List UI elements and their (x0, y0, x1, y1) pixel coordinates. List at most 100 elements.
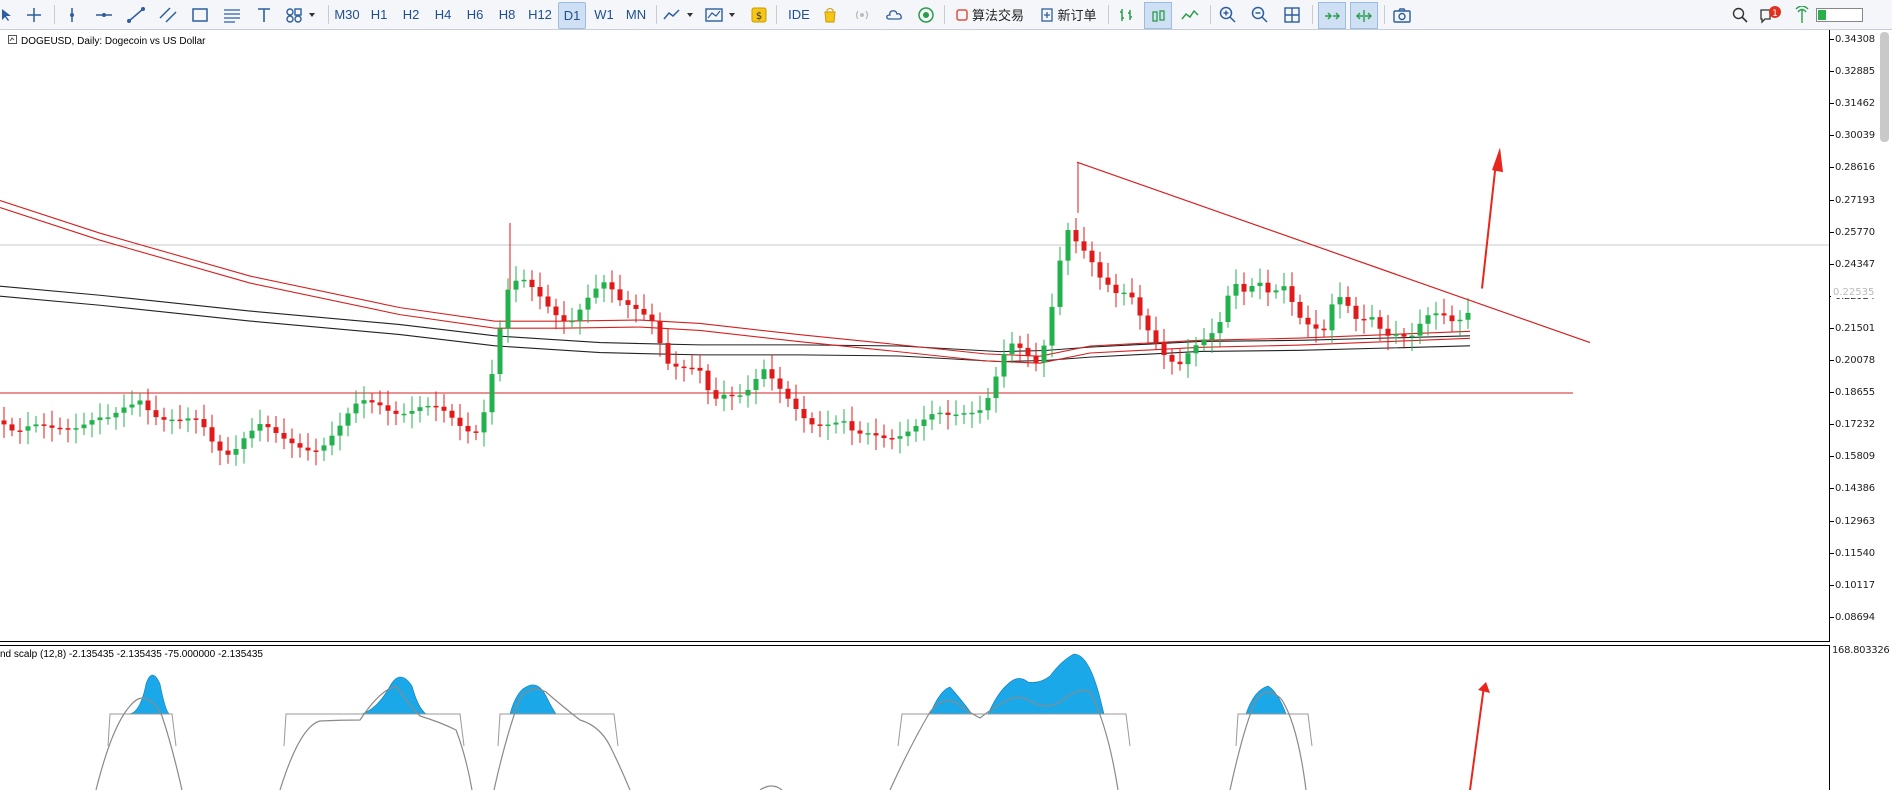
candle-body (649, 314, 655, 322)
zoom-out-icon[interactable] (1248, 2, 1272, 27)
candle-body (449, 410, 455, 418)
candle-body (1321, 328, 1327, 331)
price-tick-label: 0.32885 (1835, 66, 1875, 78)
candle-body (897, 436, 903, 439)
candle-body (273, 427, 279, 433)
candle-body (193, 418, 199, 420)
indicator-arrow-shaft (1469, 685, 1485, 790)
price-chart-canvas[interactable] (0, 30, 1829, 641)
vertical-scrollbar[interactable] (1880, 32, 1889, 142)
candle-body (1241, 283, 1247, 292)
rectangle-icon[interactable] (188, 2, 212, 27)
connection-meter (1814, 2, 1866, 27)
shapes-dropdown-icon[interactable] (284, 2, 320, 27)
text-icon[interactable] (252, 2, 276, 27)
price-tick-label: 0.31462 (1835, 98, 1875, 110)
candle-body (481, 412, 487, 433)
screenshot-icon[interactable] (1390, 2, 1414, 27)
notifications-icon[interactable]: 1 (1758, 2, 1784, 27)
indicator-title: nd scalp (12,8) -2.135435 -2.135435 -75.… (0, 649, 263, 660)
signal-box (1235, 713, 1313, 747)
cursor-icon[interactable] (0, 2, 14, 27)
candle-body (281, 432, 287, 439)
bar-chart-icon[interactable] (1114, 2, 1138, 27)
candle-body (1137, 297, 1143, 316)
candle-body (153, 410, 159, 418)
price-tickmark (1830, 231, 1834, 233)
tile-windows-icon[interactable] (1280, 2, 1304, 27)
candle-body (977, 410, 983, 413)
templates-icon[interactable] (704, 2, 740, 27)
timeframe-h6[interactable]: H6 (462, 2, 488, 27)
histogram-area (127, 674, 171, 715)
vertical-line-icon[interactable] (60, 2, 84, 27)
cloud-icon[interactable] (882, 2, 906, 27)
indicator-canvas[interactable] (0, 646, 1829, 790)
candle-body (489, 374, 495, 413)
new-order-button[interactable]: 新订单 (1036, 2, 1102, 27)
line-chart-icon[interactable] (1178, 2, 1202, 27)
candle-body (1257, 282, 1263, 286)
candle-body (129, 404, 135, 408)
candle-body (1081, 241, 1087, 251)
price-tick-label: 0.30039 (1835, 130, 1875, 142)
timeframe-m30[interactable]: M30 (332, 2, 362, 27)
timeframe-h2[interactable]: H2 (398, 2, 424, 27)
candle-body (137, 400, 143, 405)
chart-shift-icon[interactable] (1350, 2, 1378, 29)
timeframe-h8[interactable]: H8 (494, 2, 520, 27)
candle-body (1433, 313, 1439, 316)
candle-body (89, 420, 95, 425)
timeframe-w1[interactable]: W1 (590, 2, 618, 27)
candle-body (401, 413, 407, 416)
price-tick-label: 0.12963 (1835, 515, 1875, 527)
signal-strength-icon[interactable] (1792, 2, 1812, 27)
candle-body (921, 419, 927, 426)
price-tickmark (1830, 456, 1834, 458)
crosshair-icon[interactable] (22, 2, 46, 27)
timeframe-h4[interactable]: H4 (430, 2, 456, 27)
candle-body (889, 438, 895, 440)
timeframe-d1[interactable]: D1 (558, 2, 586, 29)
price-tickmark (1830, 584, 1834, 586)
candle-body (1289, 286, 1295, 302)
candle-body (761, 369, 767, 379)
dollar-icon[interactable]: $ (748, 2, 770, 27)
indicator-pane[interactable]: nd scalp (12,8) -2.135435 -2.135435 -75.… (0, 645, 1830, 790)
candle-body (1441, 313, 1447, 316)
trendline-icon[interactable] (124, 2, 148, 27)
fibonacci-icon[interactable] (220, 2, 244, 27)
horizontal-line-icon[interactable] (92, 2, 116, 27)
signals-icon[interactable] (850, 2, 874, 27)
chart-type-icon[interactable] (662, 2, 698, 27)
search-icon[interactable] (1728, 2, 1752, 27)
zoom-in-icon[interactable] (1216, 2, 1240, 27)
timeframe-h1[interactable]: H1 (366, 2, 392, 27)
candle-body (321, 445, 327, 451)
timeframe-mn[interactable]: MN (622, 2, 650, 27)
candlestick-icon[interactable] (1144, 2, 1172, 29)
timeframe-h12[interactable]: H12 (525, 2, 555, 27)
candle-body (857, 430, 863, 434)
price-scale[interactable]: 0.34308 0.32885 0.31462 0.30039 0.28616 0.271… (1830, 30, 1892, 789)
candle-body (305, 447, 311, 451)
candle-body (641, 308, 647, 315)
candle-body (105, 417, 111, 419)
candle-body (113, 412, 119, 418)
ide-button[interactable]: IDE (784, 2, 814, 27)
vps-icon[interactable] (914, 2, 938, 27)
candle-body (697, 367, 703, 371)
price-tick-label: 0.24347 (1835, 258, 1875, 270)
market-bag-icon[interactable] (818, 2, 842, 27)
algo-trading-button[interactable]: 算法交易 (952, 2, 1028, 27)
candle-body (1393, 334, 1399, 336)
price-tickmark (1830, 167, 1834, 169)
candle-body (849, 421, 855, 431)
histogram-area (361, 676, 427, 715)
autoscroll-icon[interactable] (1318, 2, 1346, 29)
candle-body (1017, 343, 1023, 348)
price-chart-pane[interactable]: DOGEUSD, Daily: Dogecoin vs US Dollar (0, 30, 1830, 642)
channel-icon[interactable] (156, 2, 180, 27)
moving-average-black-2 (0, 295, 1471, 363)
signal-box (283, 713, 465, 747)
